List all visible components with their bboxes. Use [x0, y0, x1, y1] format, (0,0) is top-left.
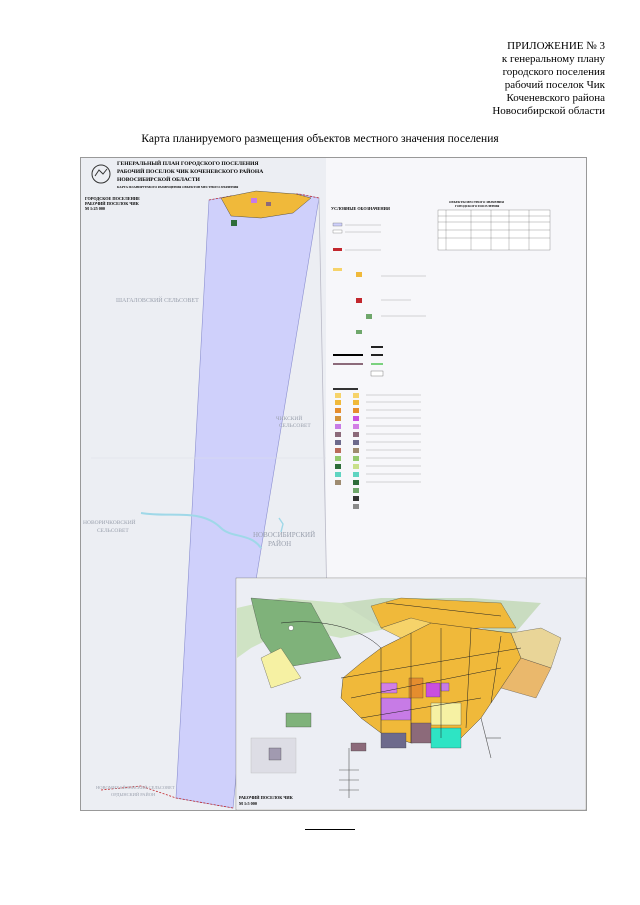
appendix-block: ПРИЛОЖЕНИЕ № 3 к генеральному плану горо…	[405, 40, 605, 118]
mini-public	[251, 198, 257, 203]
sheet-title-line: ГЕНЕРАЛЬНЫЙ ПЛАН ГОРОДСКОГО ПОСЕЛЕНИЯ	[117, 161, 259, 167]
neighbor-label-east: ЧИКСКИЙ	[276, 416, 303, 422]
sheet-title-line: НОВОСИБИРСКОЙ ОБЛАСТИ	[117, 177, 200, 183]
appendix-line: рабочий поселок Чик	[504, 79, 605, 91]
sheet-title-line: РАБОЧИЙ ПОСЕЛОК ЧИК КОЧЕНЕВСКОГО РАЙОНА	[117, 169, 264, 175]
detail-label: РАБОЧИЙ ПОСЕЛОК ЧИК	[239, 795, 293, 800]
detail-plan	[237, 579, 585, 809]
detail-label: М 1:5 000	[239, 801, 257, 806]
district-label: РАЙОН	[268, 540, 292, 548]
emblem-icon	[91, 164, 111, 184]
neighbor-label-south: ОРДЫНСКИЙ РАЙОН	[111, 792, 156, 797]
appendix-line: городского поселения	[502, 66, 605, 78]
map-canvas	[81, 158, 586, 810]
map-sheet: ГЕНЕРАЛЬНЫЙ ПЛАН ГОРОДСКОГО ПОСЕЛЕНИЯ РА…	[80, 157, 587, 811]
neighbor-label-south: НОВОМИХАЙЛОВСКИЙ СЕЛЬСОВЕТ	[96, 785, 175, 790]
appendix-line: Новосибирской области	[492, 105, 605, 117]
map-title-label: КАРТА ПЛАНИРУЕМОГО РАЗМЕЩЕНИЯ ОБЪЕКТОВ М…	[117, 185, 239, 189]
legend-title: УСЛОВНЫЕ ОБОЗНАЧЕНИЯ	[331, 206, 390, 211]
map-caption: Карта планируемого размещения объектов м…	[141, 133, 499, 145]
table-title: ГОРОДСКОГО ПОСЕЛЕНИЯ	[455, 204, 500, 208]
mini-green	[231, 220, 237, 226]
neighbor-label-southwest: НОВОРИЧКОВСКИЙ	[83, 520, 136, 526]
title-block: ГЕНЕРАЛЬНЫЙ ПЛАН ГОРОДСКОГО ПОСЕЛЕНИЯ РА…	[81, 158, 321, 198]
footer-rule	[305, 829, 355, 830]
district-label: НОВОСИБИРСКИЙ	[253, 531, 316, 539]
inset-label: М 1:25 000	[85, 206, 106, 211]
mini-industrial	[266, 202, 271, 206]
neighbor-label-west: ШАГАЛОВСКИЙ СЕЛЬСОВЕТ	[116, 298, 199, 304]
objects-table	[437, 209, 551, 251]
appendix-line: Коченевского района	[506, 92, 605, 104]
appendix-line: ПРИЛОЖЕНИЕ № 3	[507, 40, 605, 52]
neighbor-label-east: СЕЛЬСОВЕТ	[279, 423, 311, 429]
neighbor-label-southwest: СЕЛЬСОВЕТ	[97, 528, 129, 534]
appendix-line: к генеральному плану	[501, 53, 605, 65]
